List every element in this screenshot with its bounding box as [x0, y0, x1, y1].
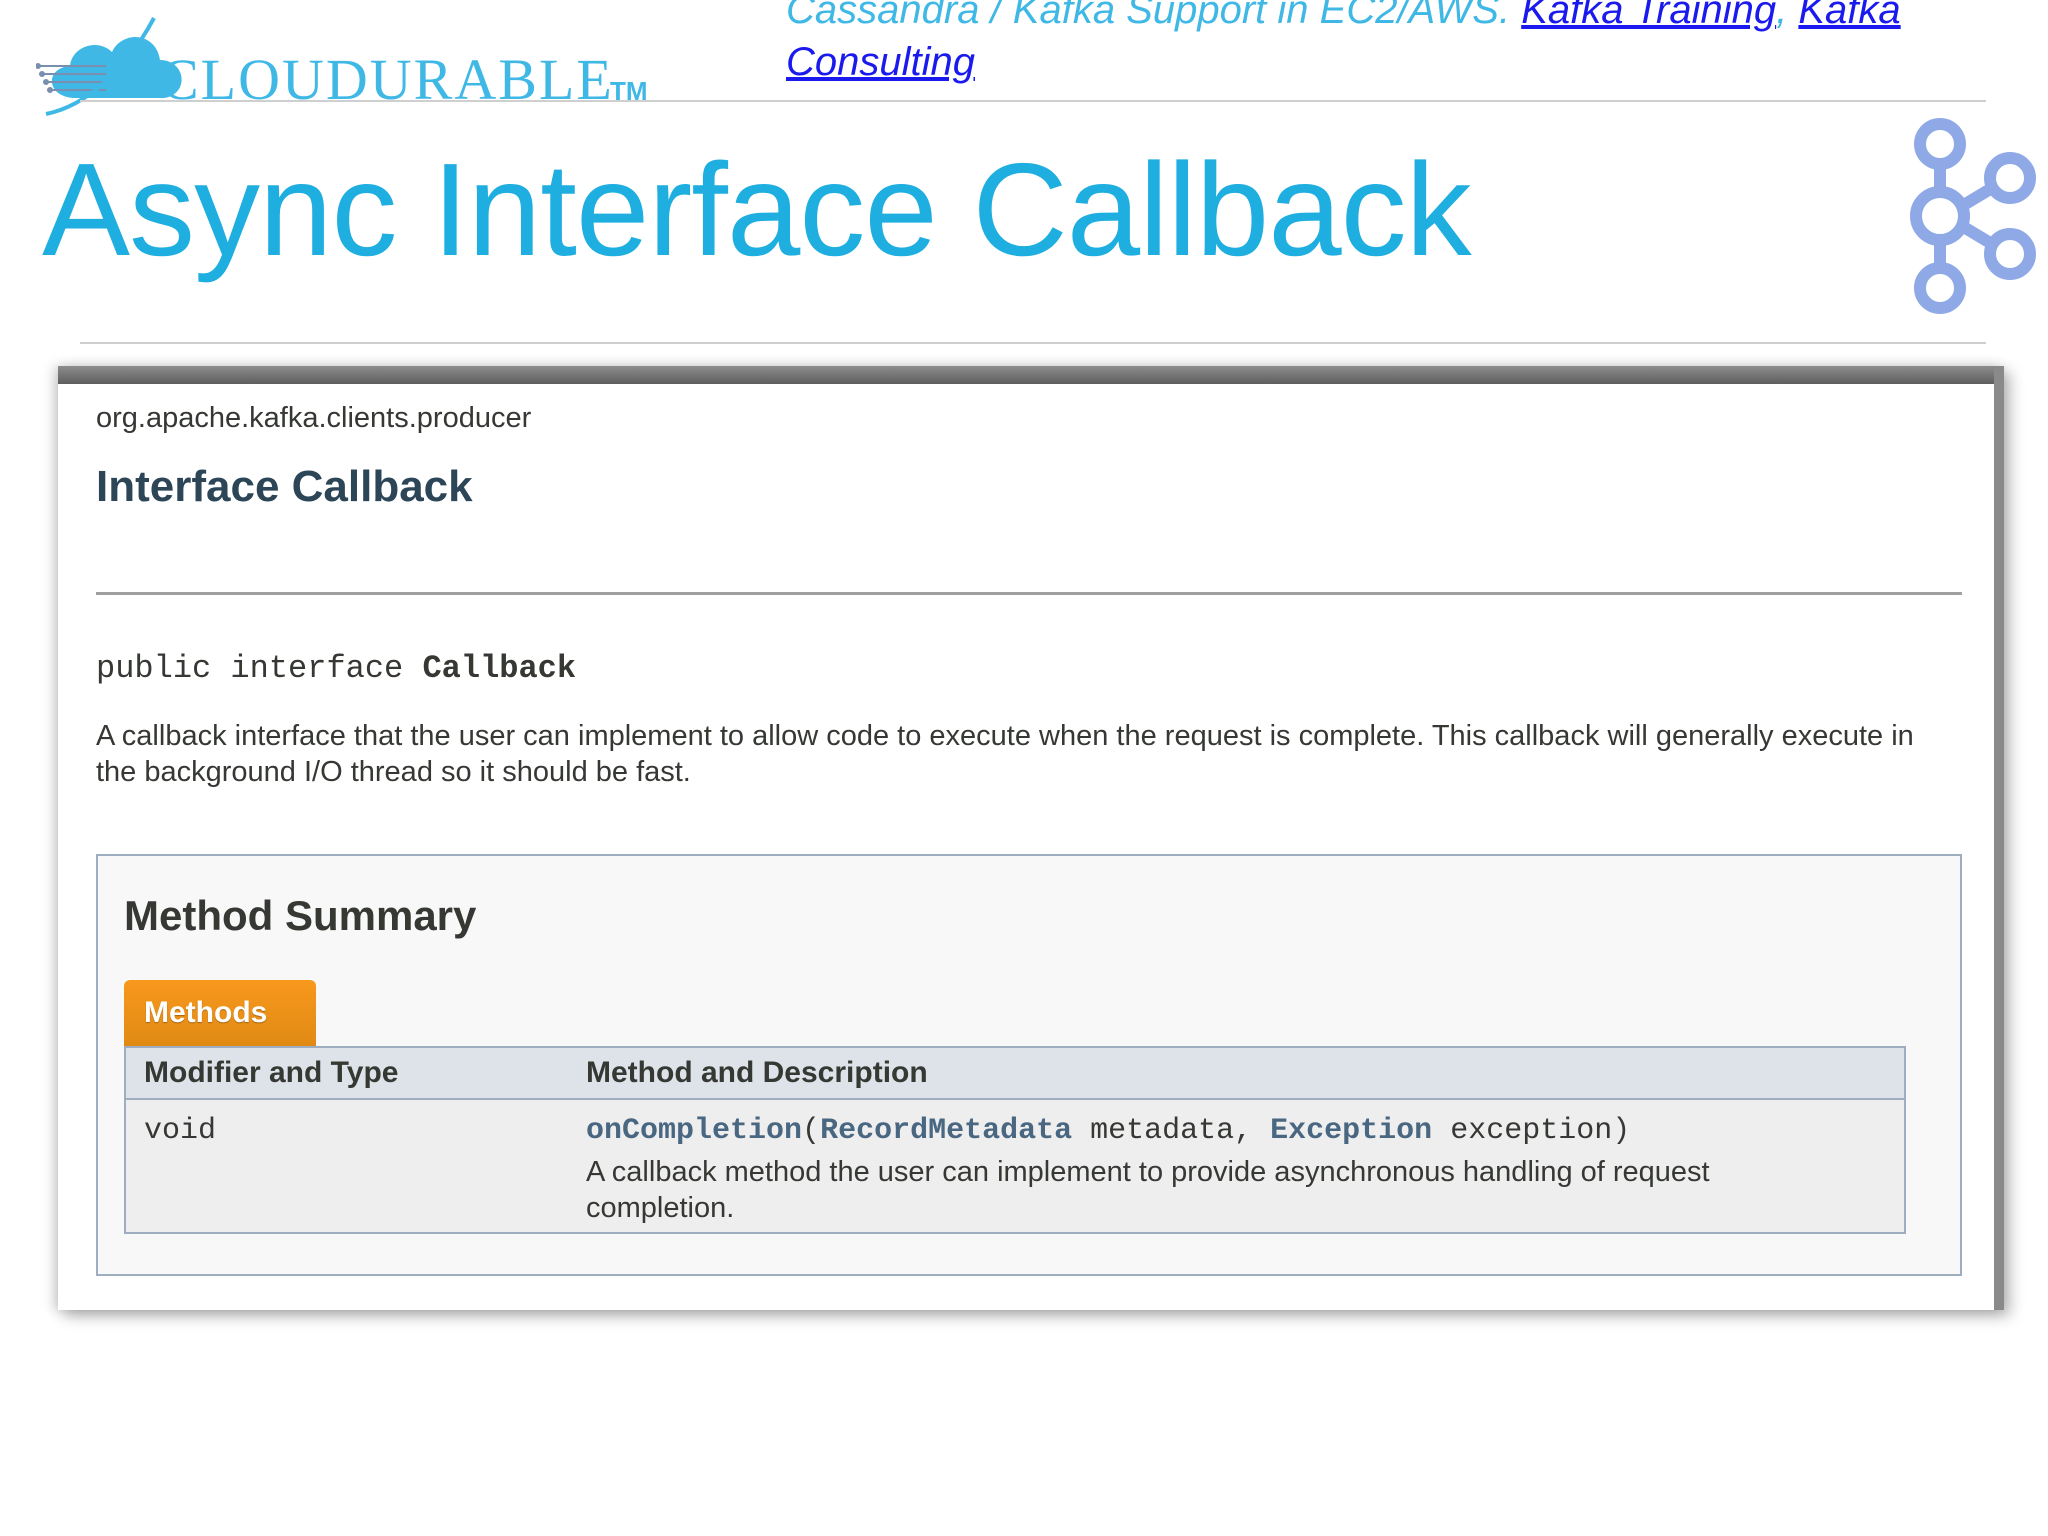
signature-prefix: public interface: [96, 650, 423, 687]
column-header-modifier: Modifier and Type: [144, 1056, 399, 1089]
javadoc-top-bar: [58, 366, 1994, 384]
methods-table: Modifier and Type Method and Description…: [124, 1046, 1906, 1234]
row-method-description: A callback method the user can implement…: [586, 1156, 1710, 1224]
exception-link[interactable]: Exception: [1270, 1114, 1432, 1148]
logo-trademark: TM: [610, 76, 648, 106]
signature-name: Callback: [422, 650, 577, 687]
title-divider: [80, 342, 1986, 344]
header-divider: [80, 100, 1986, 102]
record-metadata-link[interactable]: RecordMetadata: [820, 1114, 1072, 1148]
methods-tab[interactable]: Methods: [124, 980, 316, 1046]
tagline-separator: ,: [1776, 0, 1799, 32]
interface-signature: public interface Callback: [96, 650, 576, 687]
logo-wordmark: CLOUDURABLE: [160, 47, 614, 112]
table-header: Modifier and Type Method and Description: [126, 1048, 1904, 1100]
method-summary-title: Method Summary: [124, 892, 477, 939]
row-modifier: void: [144, 1114, 217, 1148]
package-name: org.apache.kafka.clients.producer: [96, 402, 532, 434]
method-summary: Method Summary Methods Modifier and Type…: [96, 854, 1962, 1276]
param2-name: exception): [1432, 1114, 1631, 1148]
kafka-icon: [1910, 118, 2036, 314]
slide-title: Async Interface Callback: [42, 136, 1472, 283]
interface-description: A callback interface that the user can i…: [96, 720, 1914, 788]
column-header-method: Method and Description: [586, 1056, 928, 1089]
paren-open: (: [802, 1114, 821, 1148]
interface-title: Interface Callback: [96, 462, 473, 511]
header-tagline: Cassandra / Kafka Support in EC2/AWS. Ka…: [786, 0, 1966, 88]
javadoc-screenshot: org.apache.kafka.clients.producer Interf…: [58, 366, 2004, 1310]
row-method-signature: onCompletion(RecordMetadata metadata, Ex…: [586, 1114, 1630, 1148]
kafka-training-link[interactable]: Kafka Training: [1521, 0, 1776, 32]
cloudurable-logo: CLOUDURABLE TM: [36, 10, 676, 120]
tagline-text: Cassandra / Kafka Support in EC2/AWS.: [786, 0, 1522, 32]
on-completion-link[interactable]: onCompletion: [586, 1114, 802, 1148]
javadoc-divider: [96, 592, 1962, 595]
param1-name: metadata,: [1072, 1114, 1271, 1148]
